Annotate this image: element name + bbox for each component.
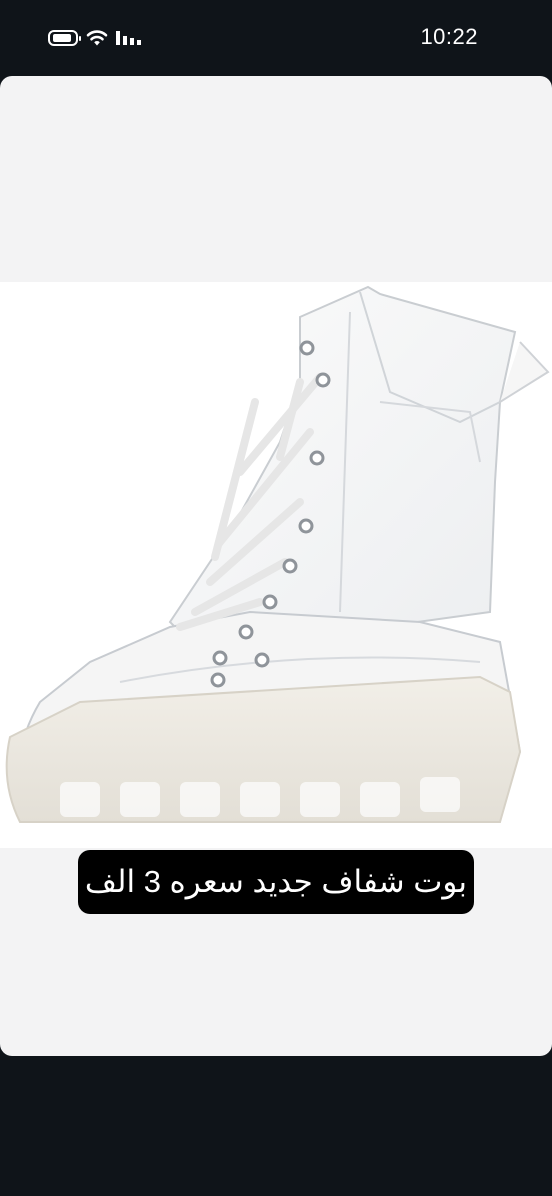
product-photo[interactable] bbox=[0, 282, 552, 848]
status-time: 10:22 bbox=[420, 24, 478, 49]
status-icons bbox=[48, 24, 146, 52]
story-card[interactable]: بوت شفاف جديد سعره 3 الف bbox=[0, 76, 552, 1056]
wifi-icon bbox=[86, 30, 108, 46]
status-bar: 10:22 bbox=[0, 0, 552, 76]
boot-image bbox=[5, 285, 550, 824]
signal-icon bbox=[116, 31, 141, 45]
caption-box: بوت شفاف جديد سعره 3 الف bbox=[78, 850, 474, 914]
story-caption: بوت شفاف جديد سعره 3 الف bbox=[84, 864, 468, 899]
battery-icon bbox=[48, 30, 81, 46]
